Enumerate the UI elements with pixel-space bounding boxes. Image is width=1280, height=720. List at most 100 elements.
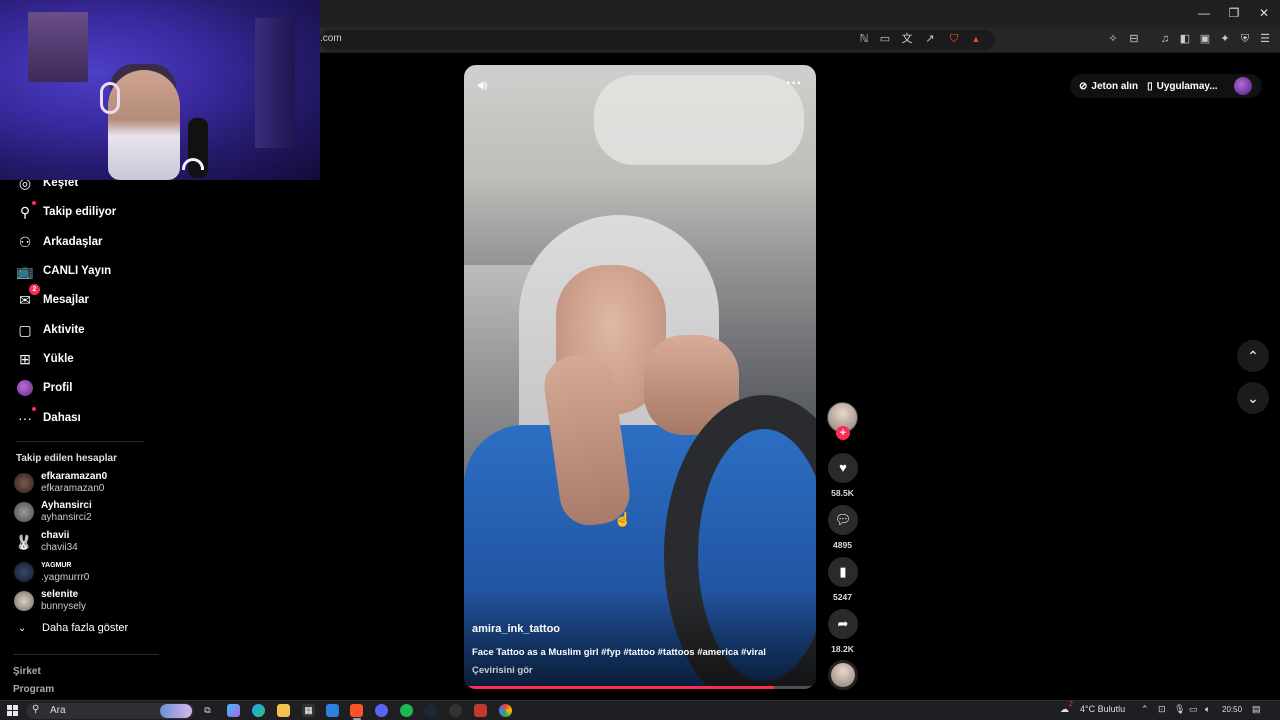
show-more-button[interactable]: ⌄ Daha fazla göster: [18, 622, 128, 634]
sidebar-item-following[interactable]: ⚲ Takip ediliyor: [16, 200, 116, 224]
vpn-icon[interactable]: ⛨: [1238, 32, 1252, 46]
sidebar-divider: [13, 654, 159, 655]
comment-icon: 💬︎: [834, 512, 852, 527]
get-app-button[interactable]: ▯ Uygulamay...: [1147, 81, 1217, 92]
store-icon[interactable]: ▦: [302, 704, 315, 717]
sidebar-toggle-icon[interactable]: ◧: [1178, 32, 1192, 46]
sidebar-item-more[interactable]: ··· Dahası: [16, 406, 81, 430]
brave-taskbar-icon[interactable]: [350, 704, 363, 717]
notifications-icon[interactable]: ▤: [1252, 704, 1261, 715]
sidebar-item-live[interactable]: 📺 CANLI Yayın: [16, 259, 111, 283]
see-translation-link[interactable]: Çevirisini gör: [472, 665, 533, 676]
video-author[interactable]: amira_ink_tattoo: [472, 623, 560, 635]
windows-start-icon[interactable]: [7, 705, 18, 716]
sidebar-item-label: Aktivite: [43, 324, 85, 336]
footer-link-company[interactable]: Şirket: [13, 666, 41, 677]
steam-icon[interactable]: [424, 704, 437, 717]
brave-rewards-icon[interactable]: ▲: [969, 32, 983, 46]
url-text: .com: [320, 33, 342, 44]
search-icon: ⚲: [32, 704, 40, 715]
file-explorer-icon[interactable]: [277, 704, 290, 717]
url-field[interactable]: .com: [320, 30, 995, 50]
account-handle: chavii34: [41, 541, 78, 553]
sidebar-item-upload[interactable]: ⊞ Yükle: [16, 347, 74, 371]
sidebar-item-profile[interactable]: Profil: [16, 376, 72, 400]
video-player[interactable]: 🔊︎ ··· amira_ink_tattoo Face Tattoo as a…: [464, 65, 816, 689]
save-count: 5247: [833, 592, 852, 602]
network-icon[interactable]: ▭: [1189, 704, 1198, 715]
following-account[interactable]: efkaramazan0 efkaramazan0: [14, 471, 107, 494]
wallet-icon[interactable]: ▣: [1198, 32, 1212, 46]
tray-chevron-up-icon[interactable]: ⌃: [1141, 704, 1149, 715]
comment-button[interactable]: 💬︎: [828, 505, 858, 535]
minimize-icon[interactable]: —: [1192, 4, 1216, 22]
bookmark-icon: ▮: [839, 564, 847, 579]
copilot-icon[interactable]: [227, 704, 240, 717]
previous-video-button[interactable]: ⌃: [1237, 340, 1269, 372]
activity-icon: ▢: [18, 322, 32, 338]
sidebar-item-messages[interactable]: ✉ 2 Mesajlar: [16, 284, 89, 312]
sidebar-item-label: Profil: [43, 382, 73, 394]
app-icon[interactable]: [326, 704, 339, 717]
following-account[interactable]: Ayhansirci ayhansirci2: [14, 500, 92, 523]
share-icon[interactable]: ↗: [923, 32, 937, 46]
chrome-icon[interactable]: [499, 704, 512, 717]
sidebar-item-activity[interactable]: ▢ Aktivite: [16, 318, 85, 342]
sidebar-item-friends[interactable]: ⚇ Arkadaşlar: [16, 230, 103, 254]
media-icon[interactable]: ♫: [1158, 32, 1172, 46]
account-avatar: [14, 561, 34, 582]
sidebar-item-label: Arkadaşlar: [43, 236, 103, 248]
video-progress-bar[interactable]: [464, 686, 816, 689]
save-button[interactable]: ▮: [828, 557, 858, 587]
reader-icon[interactable]: ℕ: [857, 32, 871, 46]
tab-search-icon[interactable]: ⊟: [1127, 32, 1141, 46]
cast-icon[interactable]: ▭: [878, 32, 892, 46]
follow-plus-icon[interactable]: +: [836, 426, 850, 440]
windows-taskbar: ⚲ Ara ⧉ ▦ ☁ 2 4°C Bulutlu ⌃ ⊡ 🎙︎ ▭ 🔈︎ 20…: [0, 700, 1280, 720]
translate-icon[interactable]: 文: [900, 32, 914, 46]
bunny-logo-icon: 🐰: [14, 531, 34, 552]
following-account[interactable]: YAGMUR .yagmurrr0: [14, 560, 89, 583]
following-account[interactable]: 🐰 chavii chavii34: [14, 530, 78, 553]
spotify-icon[interactable]: [400, 704, 413, 717]
game-app-icon[interactable]: [474, 704, 487, 717]
tray-app-icon[interactable]: ⊡: [1158, 704, 1166, 715]
restore-icon[interactable]: ❐: [1222, 4, 1246, 22]
share-arrow-icon: ➦: [837, 616, 849, 631]
following-account[interactable]: selenite bunnysely: [14, 589, 86, 612]
next-video-button[interactable]: ⌄: [1237, 382, 1269, 414]
volume-tray-icon[interactable]: 🔈︎: [1205, 704, 1210, 715]
obs-icon[interactable]: [449, 704, 462, 717]
extensions-icon[interactable]: ✧: [1106, 32, 1120, 46]
door: [255, 18, 295, 148]
get-coins-label: Jeton alın: [1091, 80, 1139, 92]
sound-disc[interactable]: [828, 660, 858, 690]
discord-icon[interactable]: [375, 704, 388, 717]
account-handle: .yagmurrr0: [41, 571, 90, 583]
upload-icon: ⊞: [19, 351, 31, 367]
like-button[interactable]: ♥: [828, 453, 858, 483]
phone-icon: ▯: [1147, 80, 1153, 92]
get-coins-button[interactable]: ⊘ Jeton alın: [1079, 81, 1138, 92]
user-avatar[interactable]: [1234, 77, 1252, 95]
task-view-icon[interactable]: ⧉: [201, 704, 214, 717]
video-progress-fill: [464, 686, 774, 689]
footer-link-program[interactable]: Program: [13, 684, 54, 695]
clock[interactable]: 20:50: [1222, 705, 1242, 714]
more-options-icon[interactable]: ···: [786, 75, 802, 93]
account-name: selenite: [41, 589, 79, 600]
video-caption: Face Tattoo as a Muslim girl #fyp #tatto…: [472, 647, 766, 658]
microphone-icon[interactable]: 🎙︎: [1174, 704, 1185, 715]
sidebar-item-label: CANLI Yayın: [43, 265, 112, 277]
show-more-label: Daha fazla göster: [42, 622, 129, 634]
leo-icon[interactable]: ✦: [1218, 32, 1232, 46]
menu-icon[interactable]: ☰: [1258, 32, 1272, 46]
share-button[interactable]: ➦: [828, 609, 858, 639]
weather-text[interactable]: 4°C Bulutlu: [1080, 704, 1125, 714]
taskbar-search[interactable]: ⚲ Ara: [26, 703, 194, 719]
volume-icon[interactable]: 🔊︎: [478, 77, 487, 94]
brave-shields-icon[interactable]: ⛉: [947, 32, 961, 46]
edge-icon[interactable]: [252, 704, 265, 717]
weather-icon[interactable]: ☁: [1060, 704, 1069, 715]
close-icon[interactable]: ✕: [1252, 4, 1276, 22]
